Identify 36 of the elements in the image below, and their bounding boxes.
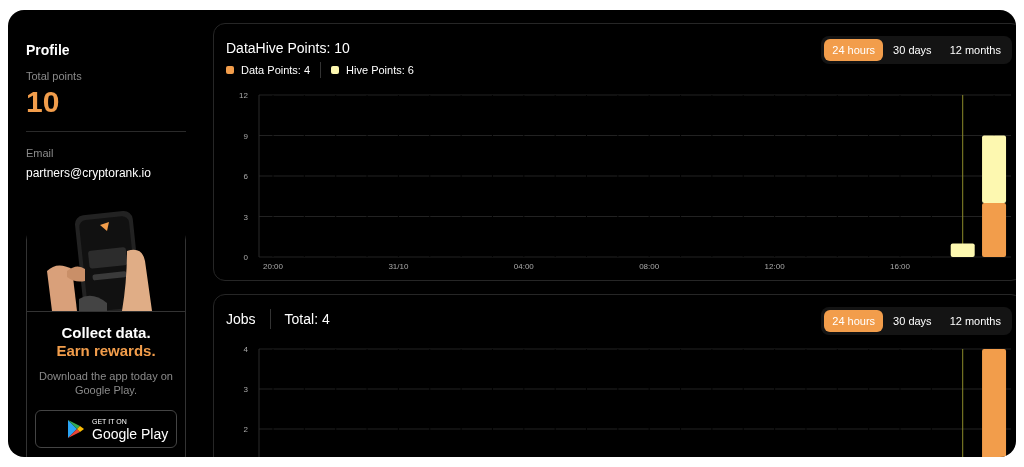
range-tab[interactable]: 12 months [941, 39, 1009, 61]
play-store-icon [68, 420, 84, 438]
promo-headline-accent: Earn rewards. [56, 342, 156, 360]
email-label: Email [26, 145, 55, 161]
x-tick-label: 20:00 [263, 262, 283, 271]
legend-label: Data Points: 4 [241, 63, 311, 78]
y-tick-label: 4 [243, 345, 248, 354]
x-tick-label: 08:00 [639, 262, 660, 271]
bar [982, 203, 1007, 257]
y-tick-label: 3 [243, 212, 248, 222]
range-tab[interactable]: 30 days [885, 39, 940, 61]
x-tick-label: 16:00 [890, 262, 910, 271]
chart-title: DataHive Points: 10 [226, 38, 350, 58]
chart-title: Jobs [226, 309, 256, 329]
x-tick-label: 12:00 [764, 262, 785, 271]
email-value: partners@cryptorank.io [26, 165, 152, 182]
y-tick-label: 6 [243, 172, 248, 181]
promo-headline: Collect data. [61, 324, 151, 342]
y-tick-label: 9 [243, 131, 248, 141]
total-points-label: Total points [26, 69, 83, 84]
x-tick-label: 04:00 [513, 262, 534, 271]
bar [950, 243, 975, 257]
promo-text: Download the app today on Google Play. [38, 369, 174, 397]
range-tab[interactable]: 30 days [885, 310, 940, 332]
profile-title: Profile [26, 41, 71, 59]
x-tick-label: 31/10 [388, 262, 409, 271]
y-tick-label: 12 [239, 91, 248, 100]
range-tab[interactable]: 12 months [941, 310, 1009, 332]
total-points-value: 10 [26, 84, 61, 119]
store-name: Google Play [92, 426, 169, 441]
y-tick-label: 2 [243, 425, 248, 434]
bar [982, 135, 1007, 203]
y-tick-label: 3 [243, 385, 248, 394]
jobs-total: Total: 4 [284, 309, 330, 329]
legend-label: Hive Points: 6 [346, 63, 414, 78]
y-tick-label: 0 [243, 253, 248, 262]
